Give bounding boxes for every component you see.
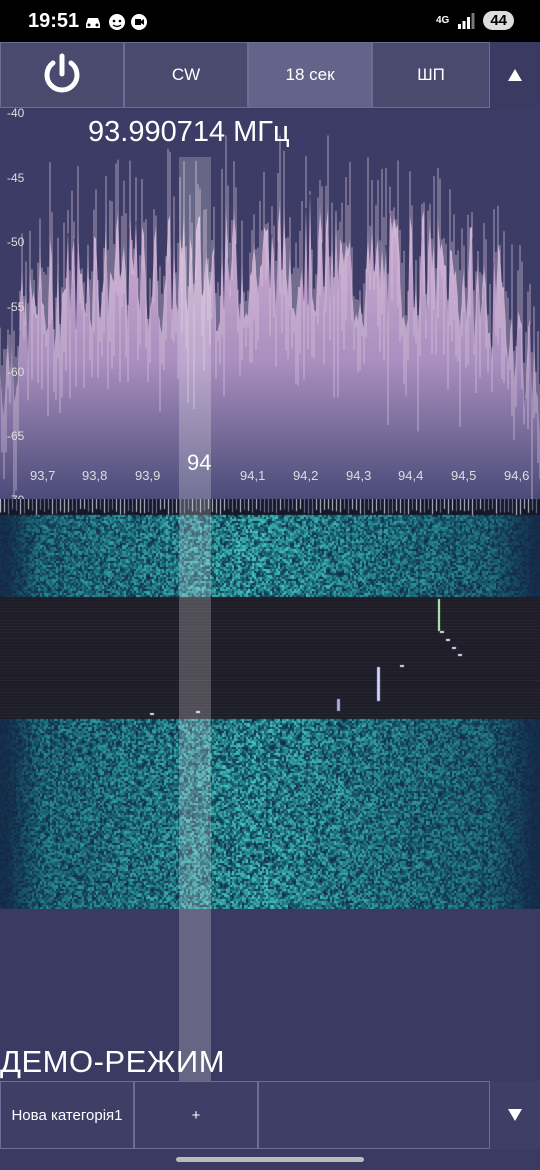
y-tick-label: -60 [7,365,25,379]
filter-button[interactable]: ШП [372,42,490,108]
time-span-button[interactable]: 18 сек [248,42,372,108]
frequency-readout: 93.990714 МГц [88,116,290,148]
x-tick-label: 93,8 [82,468,108,483]
y-tick-label: -40 [7,106,25,120]
home-indicator[interactable] [176,1157,364,1162]
category-bar: Нова категорія1 + [0,1081,540,1149]
x-tick-label: 94,4 [398,468,424,483]
category-button[interactable]: Нова категорія1 [0,1081,134,1149]
x-tick-label: 94,5 [451,468,477,483]
cast-icon [131,14,147,30]
network-type: 4G [435,14,450,26]
add-category-button[interactable]: + [134,1081,258,1149]
x-tick-label: 94,1 [240,468,266,483]
status-time: 19:51 [28,10,80,32]
demo-mode-label: ДЕМО-РЕЖИМ [0,1044,226,1079]
power-button[interactable] [0,42,124,108]
power-icon [44,53,80,93]
y-tick-label: -65 [7,429,25,443]
tuning-cursor[interactable] [179,157,211,1082]
face-icon [109,14,125,30]
x-tick-label: 94,6 [504,468,530,483]
waterfall-display[interactable] [0,499,540,909]
spectrum-chart[interactable] [0,110,540,500]
status-bar: 19:51 4G 44 [0,0,540,44]
x-tick-label: 93,9 [135,468,161,483]
x-tick-label: 94,3 [346,468,372,483]
empty-slot [258,1081,490,1149]
signal-icon [458,12,475,29]
expand-button[interactable] [490,1081,540,1149]
toolbar: CW 18 сек ШП [0,42,540,110]
battery-level: 44 [483,11,514,30]
collapse-button[interactable] [490,42,540,108]
x-tick-label: 94,2 [293,468,319,483]
mode-button[interactable]: CW [124,42,248,108]
car-icon [86,18,100,28]
triangle-down-icon [508,1109,522,1121]
x-tick-label: 93,7 [30,468,56,483]
triangle-up-icon [508,69,522,81]
y-tick-label: -55 [7,300,25,314]
y-tick-label: -45 [7,171,25,185]
y-tick-label: -50 [7,235,25,249]
